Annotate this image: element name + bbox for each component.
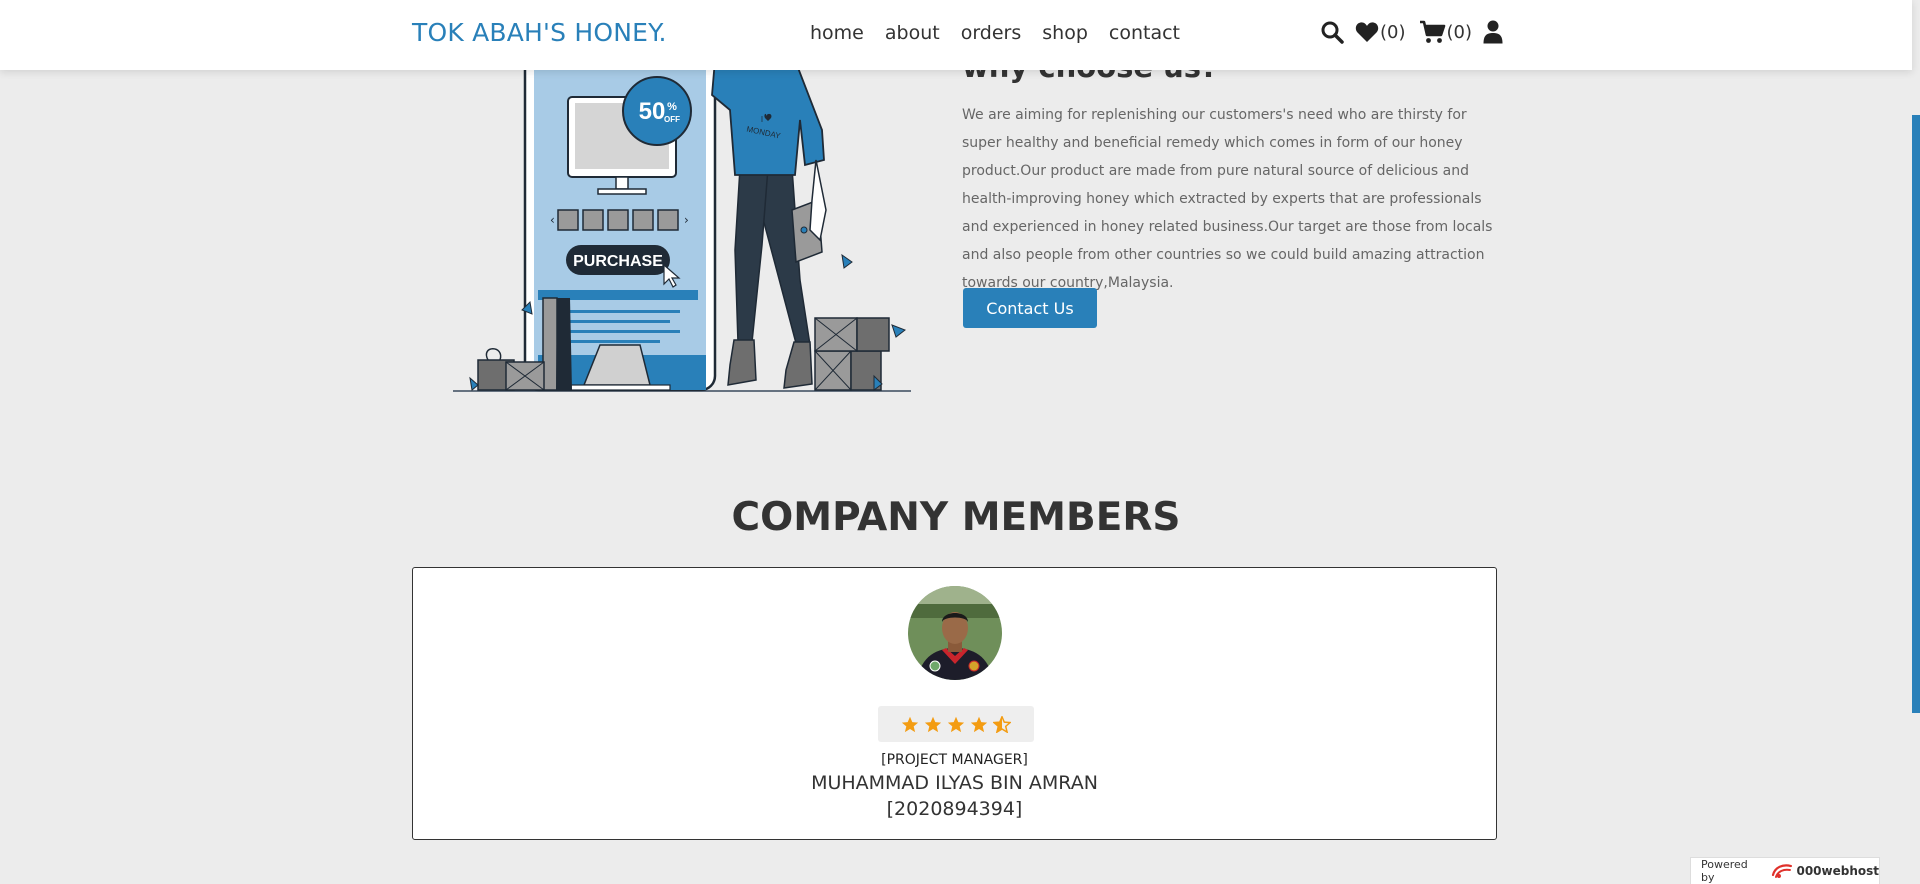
nav-link-home[interactable]: home (810, 22, 864, 44)
svg-text:‹: ‹ (550, 213, 555, 227)
contact-us-button[interactable]: Contact Us (963, 288, 1097, 328)
account-button[interactable] (1483, 20, 1503, 44)
member-id: [2020894394] (886, 798, 1023, 820)
site-header: TOK ABAH'S HONEY. home about orders shop… (0, 0, 1912, 70)
discount-value-text: 50 (639, 98, 666, 125)
about-illustration: 50 % OFF ‹ › PURCHASE I MONDAY (453, 40, 911, 392)
site-logo[interactable]: TOK ABAH'S HONEY. (412, 18, 667, 47)
webhost-brand: 000webhost (1796, 864, 1879, 878)
nav-link-about[interactable]: about (885, 22, 940, 44)
discount-percent-text: % (667, 101, 677, 113)
heart-icon (1355, 22, 1379, 42)
cart-icon (1419, 20, 1445, 43)
member-photo (908, 586, 1002, 680)
star-half-icon (993, 715, 1011, 733)
shirt-text-line1: I (761, 115, 763, 124)
member-rating (878, 706, 1034, 742)
purchase-button-text: PURCHASE (573, 253, 663, 270)
scrollbar-thumb[interactable] (1912, 115, 1920, 713)
members-heading: COMPANY MEMBERS (731, 495, 1181, 540)
cart-count: (0) (1446, 21, 1473, 43)
cart-button[interactable]: (0) (1419, 20, 1473, 44)
member-name: MUHAMMAD ILYAS BIN AMRAN (811, 772, 1098, 794)
wishlist-button[interactable]: (0) (1355, 21, 1406, 43)
page-scrollbar[interactable] (1912, 0, 1920, 884)
discount-off-text: OFF (664, 115, 680, 124)
star-icon (901, 716, 919, 732)
nav-link-contact[interactable]: contact (1109, 22, 1180, 44)
powered-by-badge[interactable]: Powered by 000webhost (1690, 857, 1880, 884)
member-card: [PROJECT MANAGER] MUHAMMAD ILYAS BIN AMR… (412, 567, 1497, 840)
user-icon (1483, 20, 1503, 44)
about-paragraph: We are aiming for replenishing our custo… (962, 107, 1493, 291)
search-button[interactable] (1320, 20, 1344, 44)
powered-by-text: Powered by (1701, 858, 1748, 884)
search-icon (1321, 21, 1344, 44)
header-icons: (0) (0) (1320, 20, 1503, 44)
avatar (908, 586, 1002, 680)
star-icon (970, 716, 988, 732)
star-icon (924, 716, 942, 732)
nav-link-orders[interactable]: orders (961, 22, 1022, 44)
star-icon (947, 716, 965, 732)
webhost-logo-icon (1771, 864, 1792, 878)
member-role: [PROJECT MANAGER] (881, 752, 1028, 768)
svg-text:›: › (684, 213, 689, 227)
wishlist-count: (0) (1380, 21, 1406, 43)
main-nav: home about orders shop contact (810, 22, 1201, 44)
nav-link-shop[interactable]: shop (1042, 22, 1088, 44)
